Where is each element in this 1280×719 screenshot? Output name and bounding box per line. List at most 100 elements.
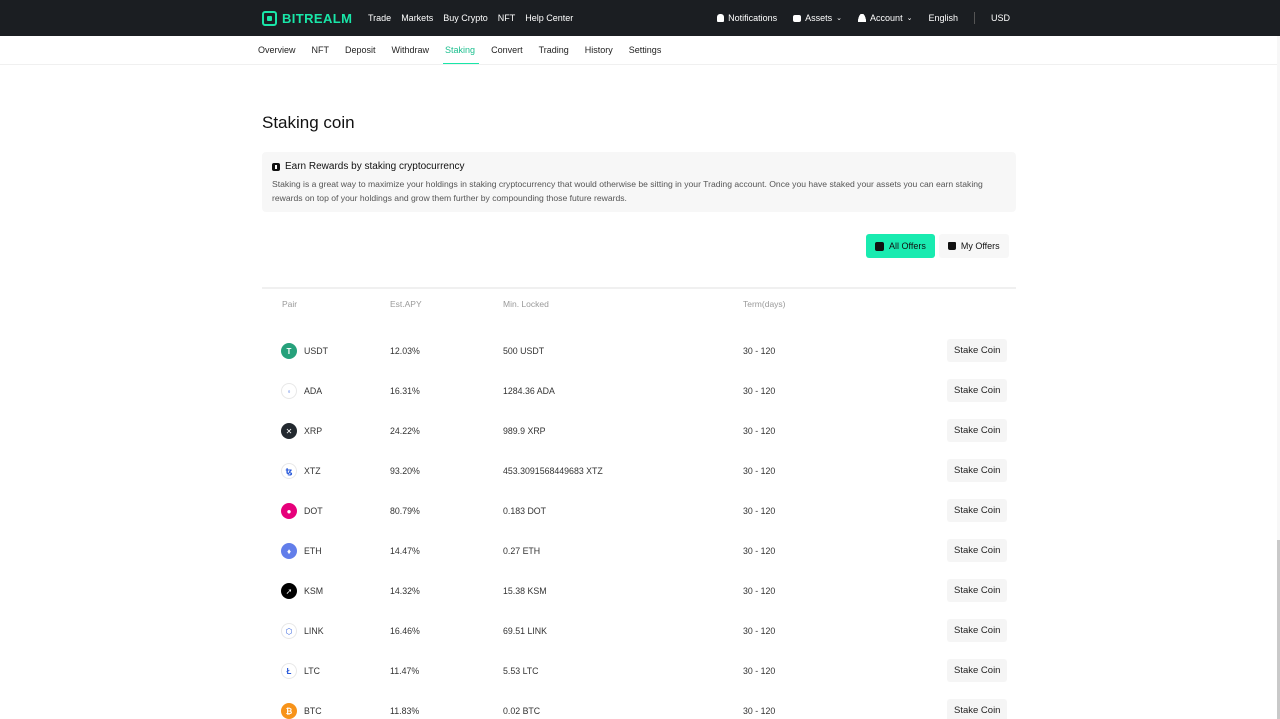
term-cell: 30 - 120 bbox=[743, 386, 776, 396]
currency-selector[interactable]: USD bbox=[991, 13, 1010, 23]
coin-symbol: KSM bbox=[304, 586, 324, 596]
pair-cell: T USDT bbox=[281, 331, 328, 371]
term-cell: 30 - 120 bbox=[743, 466, 776, 476]
info-text: Staking is a great way to maximize your … bbox=[272, 179, 983, 203]
nav-trade[interactable]: Trade bbox=[368, 13, 391, 23]
chevron-down-icon: ⌄ bbox=[906, 15, 913, 22]
offer-tabs: All Offers My Offers bbox=[866, 234, 1009, 258]
nav-help-center[interactable]: Help Center bbox=[525, 13, 573, 23]
table-row: ♦ ETH 14.47% 0.27 ETH 30 - 120 Stake Coin bbox=[0, 531, 1280, 571]
tab-overview[interactable]: Overview bbox=[258, 36, 296, 64]
stake-coin-button[interactable]: Stake Coin bbox=[947, 579, 1008, 602]
stake-coin-button[interactable]: Stake Coin bbox=[947, 499, 1008, 522]
divider bbox=[973, 12, 975, 24]
bell-icon bbox=[717, 14, 725, 22]
table-row: ₿ BTC 11.83% 0.02 BTC 30 - 120 Stake Coin bbox=[0, 691, 1280, 719]
pair-cell: ● DOT bbox=[281, 491, 323, 531]
all-offers-button[interactable]: All Offers bbox=[866, 234, 935, 258]
term-cell: 30 - 120 bbox=[743, 546, 776, 556]
stake-coin-button[interactable]: Stake Coin bbox=[947, 699, 1008, 719]
tab-deposit[interactable]: Deposit bbox=[345, 36, 376, 64]
stake-coin-button[interactable]: Stake Coin bbox=[947, 419, 1008, 442]
table-row: ◦ ADA 16.31% 1284.36 ADA 30 - 120 Stake Coin bbox=[0, 371, 1280, 411]
pair-cell: ➚ KSM bbox=[281, 571, 323, 611]
pair-cell: ✕ XRP bbox=[281, 411, 322, 451]
coin-icon: Ł bbox=[281, 663, 297, 679]
assets-label: Assets bbox=[805, 13, 833, 23]
apy-cell: 11.83% bbox=[390, 706, 420, 716]
stake-coin-button[interactable]: Stake Coin bbox=[947, 659, 1008, 682]
account-subnav: Overview NFT Deposit Withdraw Staking Co… bbox=[258, 36, 677, 65]
table-row: ✕ XRP 24.22% 989.9 XRP 30 - 120 Stake Coin bbox=[0, 411, 1280, 451]
pair-cell: ♦ ETH bbox=[281, 531, 322, 571]
coin-symbol: XTZ bbox=[304, 466, 321, 476]
pair-cell: ◦ ADA bbox=[281, 371, 322, 411]
main-nav: Trade Markets Buy Crypto NFT Help Center bbox=[368, 0, 583, 36]
my-offers-label: My Offers bbox=[960, 241, 1000, 251]
stake-coin-button[interactable]: Stake Coin bbox=[947, 619, 1008, 642]
min-locked-cell: 989.9 XRP bbox=[503, 426, 546, 436]
currency-label: USD bbox=[990, 13, 1010, 23]
apy-cell: 24.22% bbox=[390, 426, 420, 436]
tab-convert[interactable]: Convert bbox=[491, 36, 523, 64]
term-cell: 30 - 120 bbox=[743, 426, 776, 436]
stake-coin-button[interactable]: Stake Coin bbox=[947, 379, 1008, 402]
nav-markets[interactable]: Markets bbox=[401, 13, 433, 23]
tab-nft[interactable]: NFT bbox=[312, 36, 330, 64]
brand-name: BITREALM bbox=[282, 10, 353, 26]
min-locked-cell: 0.02 BTC bbox=[503, 706, 541, 716]
min-locked-cell: 0.183 DOT bbox=[503, 506, 547, 516]
coin-symbol: LTC bbox=[304, 666, 320, 676]
notifications-menu[interactable]: Notifications bbox=[717, 13, 777, 23]
coin-icon: ➚ bbox=[281, 583, 297, 599]
tab-settings[interactable]: Settings bbox=[629, 36, 662, 64]
pair-cell: ꜩ XTZ bbox=[281, 451, 321, 491]
info-banner-header: Earn Rewards by staking cryptocurrency bbox=[272, 161, 1006, 172]
assets-menu[interactable]: Assets ⌄ bbox=[793, 13, 842, 23]
top-navbar: BITREALM Trade Markets Buy Crypto NFT He… bbox=[0, 0, 1280, 36]
term-cell: 30 - 120 bbox=[743, 346, 776, 356]
apy-cell: 11.47% bbox=[390, 666, 420, 676]
apy-cell: 16.46% bbox=[390, 626, 420, 636]
min-locked-cell: 5.53 LTC bbox=[503, 666, 539, 676]
header-min-locked: Min. Locked bbox=[503, 299, 549, 309]
tab-withdraw[interactable]: Withdraw bbox=[392, 36, 430, 64]
coin-symbol: BTC bbox=[304, 706, 322, 716]
my-offers-button[interactable]: My Offers bbox=[938, 234, 1009, 258]
min-locked-cell: 0.27 ETH bbox=[503, 546, 541, 556]
coin-icon: ꜩ bbox=[281, 463, 297, 479]
header-term: Term(days) bbox=[743, 299, 786, 309]
language-selector[interactable]: English bbox=[928, 13, 958, 23]
grid-icon bbox=[875, 241, 884, 251]
coin-symbol: USDT bbox=[304, 346, 328, 356]
coin-icon: ◦ bbox=[281, 383, 297, 399]
tab-trading[interactable]: Trading bbox=[539, 36, 569, 64]
stake-coin-button[interactable]: Stake Coin bbox=[947, 339, 1008, 362]
nav-nft[interactable]: NFT bbox=[498, 13, 516, 23]
term-cell: 30 - 120 bbox=[743, 666, 776, 676]
min-locked-cell: 500 USDT bbox=[503, 346, 545, 356]
tab-history[interactable]: History bbox=[585, 36, 613, 64]
apy-cell: 12.03% bbox=[390, 346, 420, 356]
nav-buy-crypto[interactable]: Buy Crypto bbox=[443, 13, 488, 23]
brand-logo[interactable]: BITREALM bbox=[262, 10, 352, 26]
coin-icon: ✕ bbox=[281, 423, 297, 439]
table-row: ⬡ LINK 16.46% 69.51 LINK 30 - 120 Stake Coin bbox=[0, 611, 1280, 651]
logo-icon bbox=[262, 10, 277, 26]
table-divider bbox=[262, 287, 1016, 289]
coin-icon: ● bbox=[281, 503, 297, 519]
min-locked-cell: 453.3091568449683 XTZ bbox=[503, 466, 603, 476]
wallet-icon bbox=[793, 14, 802, 22]
pair-cell: ₿ BTC bbox=[281, 691, 322, 719]
divider bbox=[0, 64, 1280, 65]
stake-coin-button[interactable]: Stake Coin bbox=[947, 539, 1008, 562]
coin-symbol: XRP bbox=[304, 426, 323, 436]
stake-coin-button[interactable]: Stake Coin bbox=[947, 459, 1008, 482]
chevron-down-icon: ⌄ bbox=[836, 15, 843, 22]
account-menu[interactable]: Account ⌄ bbox=[858, 13, 912, 23]
coin-icon: ♦ bbox=[281, 543, 297, 559]
apy-cell: 16.31% bbox=[390, 386, 420, 396]
tab-staking[interactable]: Staking bbox=[443, 36, 480, 65]
coin-symbol: ETH bbox=[304, 546, 322, 556]
term-cell: 30 - 120 bbox=[743, 586, 776, 596]
